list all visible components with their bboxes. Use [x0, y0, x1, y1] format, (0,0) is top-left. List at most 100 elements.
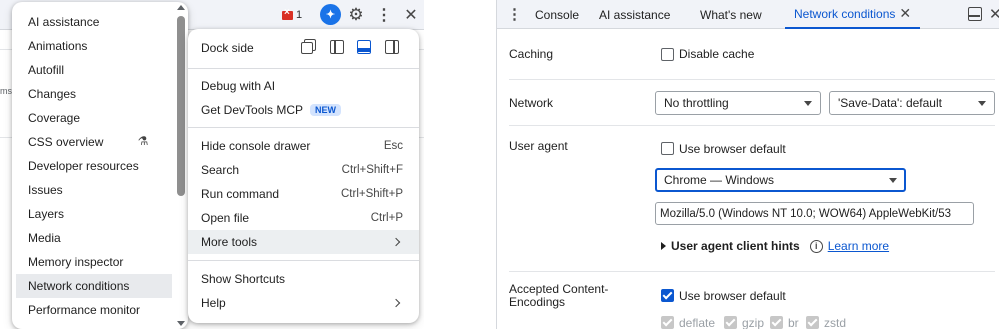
run-command-item[interactable]: Run command Ctrl+Shift+P — [188, 182, 419, 206]
menu-item-label: More tools — [201, 235, 258, 249]
drawer-tab-bar: ⋮ Console AI assistance What's new Netwo… — [497, 0, 999, 29]
tool-item-label: Issues — [28, 183, 63, 197]
search-item[interactable]: Search Ctrl+Shift+F — [188, 158, 419, 182]
tool-item-label: Network conditions — [28, 279, 130, 293]
undock-icon[interactable] — [300, 38, 318, 56]
scroll-down-arrow-icon[interactable] — [177, 321, 185, 326]
chevron-down-icon — [978, 101, 986, 106]
deflate-checkbox[interactable] — [661, 316, 674, 329]
close-devtools-icon[interactable]: ✕ — [401, 5, 421, 25]
dock-side-label: Dock side — [201, 41, 254, 55]
user-agent-value: Chrome — Windows — [664, 173, 775, 187]
dock-bottom-icon[interactable] — [355, 38, 373, 56]
tool-item-label: Layers — [28, 207, 65, 221]
tab-label: Network conditions — [794, 6, 896, 21]
tool-item-animations[interactable]: Animations — [16, 34, 172, 58]
user-agent-select[interactable]: Chrome — Windows — [655, 168, 906, 192]
zstd-label: zstd — [824, 316, 847, 329]
tool-item-label: Coverage — [28, 111, 81, 125]
dock-right-icon[interactable] — [383, 38, 401, 56]
tab-label: What's new — [700, 7, 762, 22]
issues-count: 1 — [296, 9, 303, 21]
tab-network-conditions[interactable]: Network conditions ✕ — [785, 0, 921, 29]
more-options-kebab-icon[interactable]: ⋮ — [374, 5, 394, 25]
flask-icon: ⚗ — [137, 134, 149, 148]
dock-drawer-icon[interactable] — [968, 7, 982, 21]
hints-label: User agent client hints — [671, 239, 800, 253]
chevron-down-icon — [804, 101, 812, 106]
tool-item-issues[interactable]: Issues — [16, 178, 172, 202]
learn-more-link[interactable]: Learn more — [828, 239, 889, 253]
tool-item-autofill[interactable]: Autofill — [16, 58, 172, 82]
br-checkbox[interactable] — [770, 316, 783, 329]
scrollbar-thumb[interactable] — [177, 16, 185, 196]
debug-with-ai-item[interactable]: Debug with AI — [188, 74, 419, 98]
tool-item-coverage[interactable]: Coverage — [16, 106, 172, 130]
ua-client-hints-toggle[interactable]: User agent client hints i Learn more — [661, 238, 889, 254]
row-divider — [509, 271, 995, 272]
close-drawer-icon[interactable]: ✕ — [989, 5, 999, 23]
tool-item-layers[interactable]: Layers — [16, 202, 172, 226]
tool-item-developer-resources[interactable]: Developer resources — [16, 154, 172, 178]
new-badge: NEW — [310, 104, 342, 116]
tool-item-label: Memory inspector — [28, 255, 124, 269]
save-data-select[interactable]: 'Save-Data': default — [829, 91, 995, 115]
tool-item-changes[interactable]: Changes — [16, 82, 172, 106]
menu-item-shortcut: Ctrl+Shift+F — [341, 164, 403, 176]
more-tools-submenu: AI assistance Animations Autofill Change… — [12, 2, 188, 329]
scroll-up-arrow-icon[interactable] — [177, 5, 185, 10]
user-agent-string-input[interactable]: Mozilla/5.0 (Windows NT 10.0; WOW64) App… — [655, 202, 974, 225]
save-data-value: 'Save-Data': default — [838, 96, 942, 110]
menu-item-shortcut: Esc — [383, 140, 403, 152]
ai-assistance-icon[interactable]: ✦ — [320, 4, 341, 25]
open-file-item[interactable]: Open file Ctrl+P — [188, 206, 419, 230]
tab-ai-assistance[interactable]: AI assistance — [599, 0, 670, 29]
tool-item-memory-inspector[interactable]: Memory inspector — [16, 250, 172, 274]
tool-item-label: Performance monitor — [28, 303, 141, 317]
issues-counter[interactable]: 1 — [282, 5, 308, 25]
ua-use-browser-default-label: Use browser default — [679, 142, 786, 156]
encodings-use-browser-default-checkbox[interactable] — [661, 289, 674, 302]
tab-label: AI assistance — [599, 7, 671, 22]
network-conditions-drawer: ⋮ Console AI assistance What's new Netwo… — [496, 0, 999, 329]
throttling-select[interactable]: No throttling — [655, 91, 821, 115]
help-item[interactable]: Help — [188, 291, 419, 315]
tool-item-performance-monitor[interactable]: Performance monitor — [16, 298, 172, 322]
tool-item-label: Developer resources — [28, 159, 139, 173]
tool-item-label: CSS overview — [28, 135, 104, 149]
menu-separator — [188, 260, 419, 261]
content-encodings-label-line2: Encodings — [509, 295, 566, 309]
more-tools-item[interactable]: More tools — [188, 230, 419, 254]
tool-item-ai-assistance[interactable]: AI assistance — [16, 10, 172, 34]
tab-whats-new[interactable]: What's new — [700, 0, 762, 29]
devtools-left-pane: 1 ✦ ⚙ ⋮ ✕ ms AI assistance Animations Au… — [0, 0, 424, 329]
tool-item-label: Media — [28, 231, 61, 245]
gzip-checkbox[interactable] — [724, 316, 737, 329]
disable-cache-checkbox[interactable] — [661, 48, 674, 61]
get-devtools-mcp-label: Get DevTools MCP — [201, 103, 304, 117]
gzip-label: gzip — [742, 316, 765, 329]
row-divider — [509, 79, 995, 80]
menu-item-shortcut: Ctrl+P — [370, 212, 403, 224]
tool-item-label: Changes — [28, 87, 77, 101]
menu-item-label: Search — [201, 163, 240, 177]
deflate-label: deflate — [679, 316, 716, 329]
hide-console-drawer-item[interactable]: Hide console drawer Esc — [188, 134, 419, 158]
chevron-down-icon — [889, 178, 897, 183]
tool-item-media[interactable]: Media — [16, 226, 172, 250]
drawer-menu-kebab-icon[interactable]: ⋮ — [507, 5, 522, 23]
background-text: ms — [0, 86, 12, 96]
settings-gear-icon[interactable]: ⚙ — [346, 5, 366, 25]
get-devtools-mcp-item[interactable]: Get DevTools MCP NEW — [188, 98, 419, 122]
close-tab-icon[interactable]: ✕ — [899, 5, 911, 22]
encodings-use-browser-default-label: Use browser default — [679, 289, 786, 303]
tool-item-network-conditions[interactable]: Network conditions — [16, 274, 172, 298]
tool-item-label: Animations — [28, 39, 88, 53]
submenu-scrollbar[interactable] — [174, 2, 188, 329]
show-shortcuts-item[interactable]: Show Shortcuts — [188, 267, 419, 291]
menu-separator — [188, 68, 419, 69]
dock-left-icon[interactable] — [328, 38, 346, 56]
zstd-checkbox[interactable] — [806, 316, 819, 329]
ua-use-browser-default-checkbox[interactable] — [661, 142, 674, 155]
tab-console[interactable]: Console — [535, 0, 579, 29]
